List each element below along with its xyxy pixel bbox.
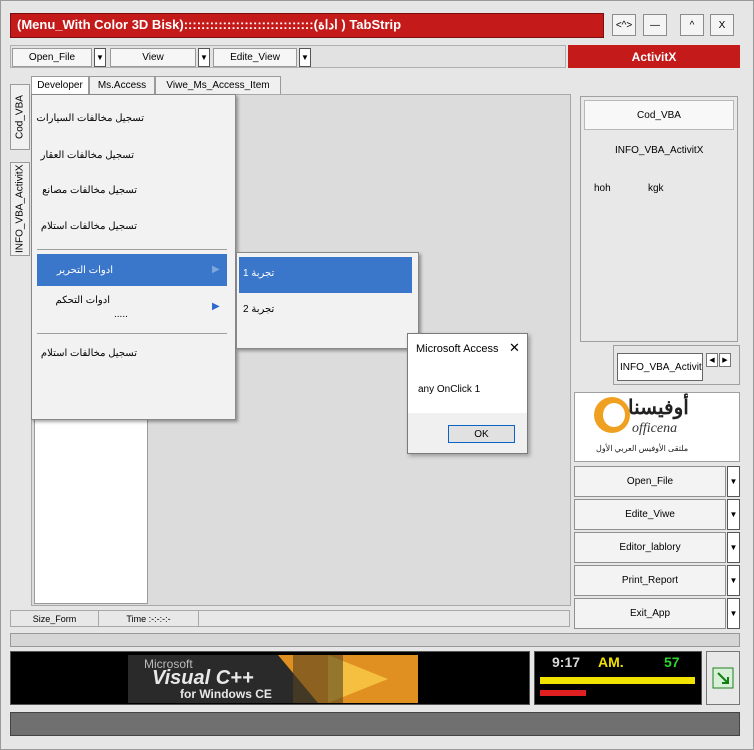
chevron-down-icon: ▼ xyxy=(729,576,738,585)
chevron-down-icon: ▼ xyxy=(301,53,309,62)
status-size-form: Size_Form xyxy=(11,611,99,626)
submenu-item-2[interactable]: تجربة 2 xyxy=(243,304,274,315)
clock-ampm: AM. xyxy=(598,654,624,670)
status-bar: Size_Form Time :-:-:-:- xyxy=(10,610,570,627)
print-report-button[interactable]: Print_Report xyxy=(574,565,726,596)
exit-arrow-icon xyxy=(712,667,734,689)
chevron-down-icon: ▼ xyxy=(96,53,104,62)
chevron-down-icon: ▼ xyxy=(729,477,738,486)
chevron-down-icon: ▼ xyxy=(729,609,738,618)
menu-item-editing-tools[interactable]: ادوات التحرير xyxy=(57,265,113,276)
close-icon[interactable]: ✕ xyxy=(509,340,520,356)
bottom-bar xyxy=(10,712,740,736)
menu-item-2[interactable]: تسجيل مخالفات العقار xyxy=(41,150,134,161)
submenu-arrow-icon: ▶ xyxy=(212,301,220,312)
maximize-button[interactable]: ^ xyxy=(680,14,704,36)
editor-lablory-button[interactable]: Editor_lablory xyxy=(574,532,726,563)
exit-app-button[interactable]: Exit_App xyxy=(574,598,726,629)
logo-arabic: أوفيسنا xyxy=(628,397,689,419)
editor-lablory-dropdown[interactable]: ▼ xyxy=(727,532,740,563)
menu-item-3[interactable]: تسجيل مخالفات مصانع xyxy=(42,185,137,196)
open-file-combo[interactable]: Open_File xyxy=(12,48,92,67)
title-bar: (Menu_With Color 3D Bisk):::::::::::::::… xyxy=(10,13,604,38)
chevron-down-icon: ▼ xyxy=(729,543,738,552)
menu-item-4[interactable]: تسجيل مخالفات استلام xyxy=(41,221,137,232)
activitx-header: ActivitX xyxy=(568,45,740,68)
submenu-arrow-icon: ▶ xyxy=(212,264,220,275)
menu-dots: ..... xyxy=(114,309,128,320)
restore-button[interactable]: <^> xyxy=(612,14,636,36)
chevron-down-icon: ▼ xyxy=(729,510,738,519)
visual-cpp-banner: Microsoft Visual C++ for Windows CE xyxy=(128,655,418,703)
menu-separator xyxy=(37,249,227,250)
logo-circle-inner xyxy=(603,403,625,427)
window-title: (Menu_With Color 3D Bisk):::::::::::::::… xyxy=(17,17,402,32)
dialog-title: Microsoft Access xyxy=(416,343,499,355)
open-file-button[interactable]: Open_File xyxy=(574,466,726,497)
info-vba-activitx-button[interactable]: INFO_VBA_ActivitX xyxy=(617,353,703,381)
menu-separator xyxy=(37,333,227,334)
ok-button[interactable]: OK xyxy=(448,425,515,443)
exit-app-dropdown[interactable]: ▼ xyxy=(727,598,740,629)
info-panel xyxy=(580,96,738,342)
info-label: INFO_VBA_ActivitX xyxy=(615,145,704,156)
tab-viwe-ms-access-item[interactable]: Viwe_Ms_Access_Item xyxy=(155,76,281,95)
vtab-cod-vba[interactable]: Cod_VBA xyxy=(10,84,30,150)
banner-line-3: for Windows CE xyxy=(180,687,272,701)
menu-item-control-tools[interactable]: ادوات التحكم xyxy=(55,295,110,306)
exit-button[interactable] xyxy=(706,651,740,705)
tab-developer[interactable]: Developer xyxy=(31,76,89,95)
edite-viwe-button[interactable]: Edite_Viwe xyxy=(574,499,726,530)
clock-hour: 9:17 xyxy=(552,654,581,670)
open-file-action-dropdown[interactable]: ▼ xyxy=(727,466,740,497)
close-button[interactable]: X xyxy=(710,14,734,36)
edite-viwe-dropdown[interactable]: ▼ xyxy=(727,499,740,530)
menu-item-7[interactable]: تسجيل مخالفات استلام xyxy=(41,348,137,359)
dialog-message: any OnClick 1 xyxy=(418,384,481,395)
print-report-dropdown[interactable]: ▼ xyxy=(727,565,740,596)
view-combo[interactable]: View xyxy=(110,48,196,67)
info-text-2: kgk xyxy=(648,183,664,194)
menu-item-1[interactable]: تسجيل مخالفات السيارات xyxy=(36,113,144,124)
clock-seconds: 57 xyxy=(664,654,680,670)
status-time: Time :-:-:-:- xyxy=(99,611,199,626)
tab-ms-access[interactable]: Ms.Access xyxy=(89,76,155,95)
minimize-button[interactable]: — xyxy=(643,14,667,36)
cod-vba-header[interactable]: Cod_VBA xyxy=(584,100,734,130)
vtab-info-vba-activitx[interactable]: INFO_VBA_ActivitX xyxy=(10,162,30,256)
progress-bar-red xyxy=(540,690,586,696)
open-file-dropdown[interactable]: ▼ xyxy=(94,48,106,67)
progress-strip xyxy=(10,633,740,647)
view-dropdown[interactable]: ▼ xyxy=(198,48,210,67)
logo-english: officena xyxy=(632,421,678,436)
submenu-item-1[interactable]: تجربة 1 xyxy=(243,268,274,279)
edite-view-combo[interactable]: Edite_View xyxy=(213,48,297,67)
info-text-1: hoh xyxy=(594,183,611,194)
progress-bar-yellow xyxy=(540,677,695,684)
scroll-right-icon[interactable]: ▶ xyxy=(719,353,731,367)
edite-view-dropdown[interactable]: ▼ xyxy=(299,48,311,67)
scroll-left-icon[interactable]: ◀ xyxy=(706,353,718,367)
chevron-down-icon: ▼ xyxy=(200,53,208,62)
logo-tagline: ملتقى الأوفيس العربي الأول xyxy=(596,444,689,453)
